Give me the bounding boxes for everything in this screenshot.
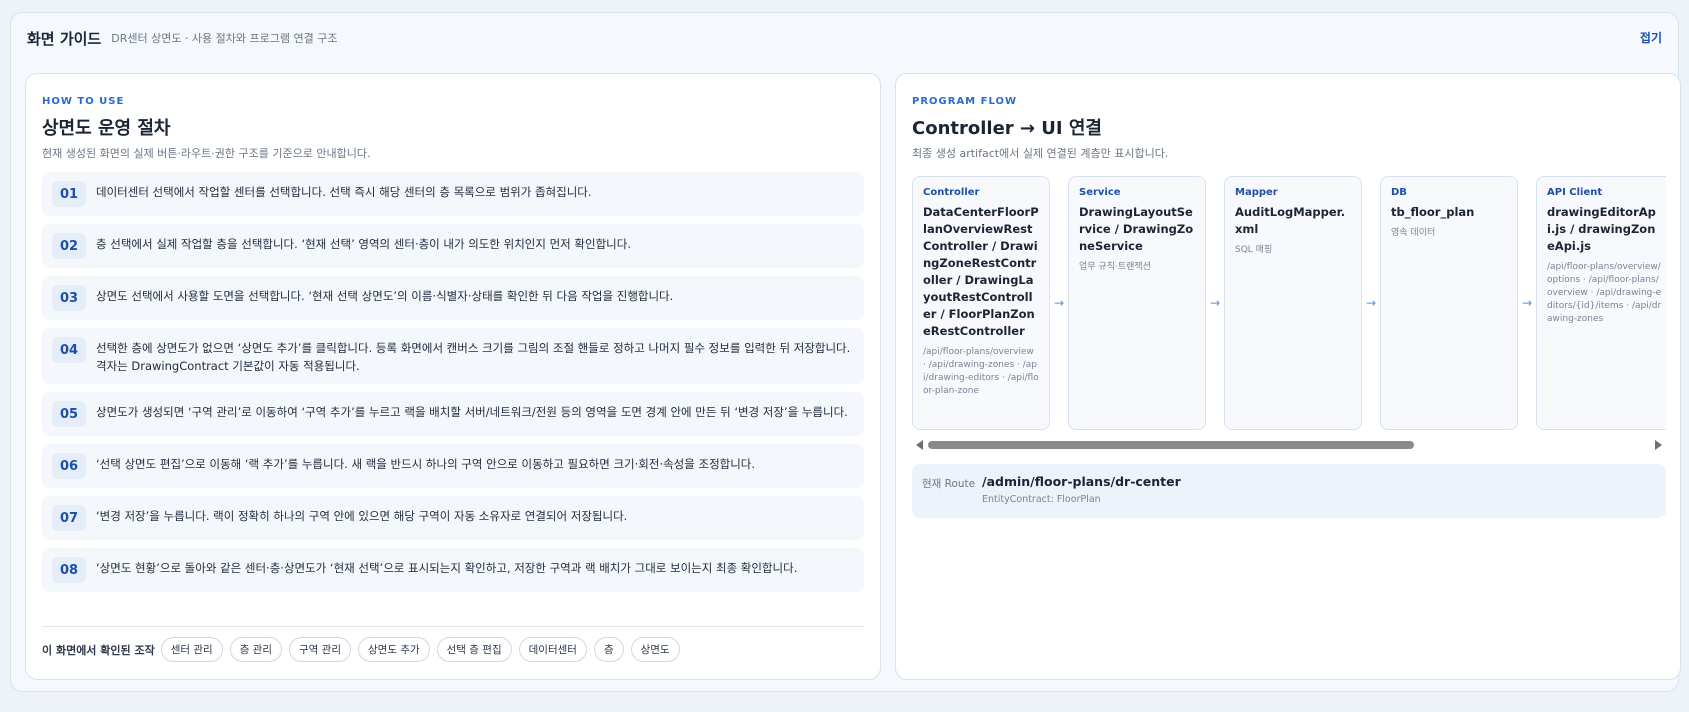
tag-zone-management[interactable]: 구역 관리 [289,637,351,662]
step-number: 03 [52,285,86,311]
program-flow-description: 최종 생성 artifact에서 실제 연결된 계층만 표시합니다. [912,147,1169,160]
card-name: DrawingLayoutService / DrawingZoneServic… [1079,205,1194,253]
program-flow-panel: PROGRAM FLOW Controller → UI 연결 최종 생성 ar… [895,73,1681,680]
collapse-button[interactable]: 접기 [1640,29,1662,46]
route-value: /admin/floor-plans/dr-center [982,474,1181,489]
step-list: 01 데이터센터 선택에서 작업할 센터를 선택합니다. 선택 즉시 해당 센터의… [42,172,864,600]
guide-header: 화면 가이드 DR센터 상면도 · 사용 절차와 프로그램 연결 구조 접기 [27,27,1662,49]
card-name: AuditLogMapper.xml [1235,205,1346,236]
tag-add-floor-plan[interactable]: 상면도 추가 [358,637,430,662]
step-text: 상면도가 생성되면 ‘구역 관리’로 이동하여 ‘구역 추가’를 누르고 랙을 … [96,405,848,419]
step-text: 데이터센터 선택에서 작업할 센터를 선택합니다. 선택 즉시 해당 센터의 층… [96,185,592,199]
card-note: 영속 데이터 [1391,228,1436,238]
step-text: ‘변경 저장’을 누릅니다. 랙이 정확히 하나의 구역 안에 있으면 해당 구… [96,509,628,523]
step-text: 상면도 선택에서 사용할 도면을 선택합니다. ‘현재 선택 상면도’의 이름·… [96,289,674,303]
flow-arrow-icon: → [1365,296,1377,310]
how-to-use-description: 현재 생성된 화면의 실제 버튼·라우트·권한 구조를 기준으로 안내합니다. [42,147,371,160]
step-item: 06 ‘선택 상면도 편집’으로 이동해 ‘랙 추가’를 누릅니다. 새 랙을 반… [42,444,864,488]
current-route-box: 현재 Route /admin/floor-plans/dr-center En… [912,464,1666,518]
flow-scroller[interactable]: Controller DataCenterFloorPlanOverviewRe… [912,176,1666,430]
step-item: 05 상면도가 생성되면 ‘구역 관리’로 이동하여 ‘구역 추가’를 누르고 랙… [42,392,864,436]
step-number: 07 [52,505,86,531]
step-text: ‘상면도 현황’으로 돌아와 같은 센터·층·상면도가 ‘현재 선택’으로 표시… [96,561,798,575]
step-number: 05 [52,401,86,427]
card-name: drawingEditorApi.js / drawingZoneApi.js [1547,205,1656,253]
step-number: 06 [52,453,86,479]
program-flow-title: Controller → UI 연결 [912,118,1102,139]
route-contract: EntityContract: FloorPlan [982,494,1101,505]
card-type: API Client [1547,187,1603,198]
flow-arrow-icon: → [1053,296,1065,310]
step-item: 04 선택한 층에 상면도가 없으면 ‘상면도 추가’를 클릭합니다. 등록 화면… [42,328,864,384]
tag-floor[interactable]: 층 [593,637,624,662]
screen-guide: 화면 가이드 DR센터 상면도 · 사용 절차와 프로그램 연결 구조 접기 H… [10,12,1681,692]
card-name: DataCenterFloorPlanOverviewRestControlle… [923,205,1039,338]
guide-subtitle: DR센터 상면도 · 사용 절차와 프로그램 연결 구조 [111,32,338,45]
step-item: 02 층 선택에서 실제 작업할 층을 선택합니다. ‘현재 선택’ 영역의 센터… [42,224,864,268]
operation-tag-bar: 이 화면에서 확인된 조작 센터 관리 층 관리 구역 관리 상면도 추가 선택… [42,626,864,662]
scroll-right-icon[interactable] [1655,440,1662,450]
route-label: 현재 Route [922,478,976,490]
tag-center-management[interactable]: 센터 관리 [160,637,223,662]
card-type: Mapper [1235,187,1278,198]
step-number: 08 [52,557,86,583]
step-number: 01 [52,181,86,207]
step-number: 04 [52,337,86,363]
flow-arrow-icon: → [1209,296,1221,310]
card-note: /api/floor-plans/overview/options · /api… [1547,262,1662,324]
card-type: Service [1079,187,1121,198]
flow-card-service: Service DrawingLayoutService / DrawingZo… [1068,176,1206,430]
card-note: 업무 규칙·트랜잭션 [1079,262,1151,272]
program-flow-eyebrow: PROGRAM FLOW [912,96,1017,107]
horizontal-scrollbar[interactable] [912,438,1666,452]
step-item: 01 데이터센터 선택에서 작업할 센터를 선택합니다. 선택 즉시 해당 센터의… [42,172,864,216]
tag-edit-selected-floor[interactable]: 선택 층 편집 [436,637,512,662]
card-name: tb_floor_plan [1391,205,1475,219]
guide-title: 화면 가이드 [27,29,102,48]
step-item: 03 상면도 선택에서 사용할 도면을 선택합니다. ‘현재 선택 상면도’의 이… [42,276,864,320]
step-text: ‘선택 상면도 편집’으로 이동해 ‘랙 추가’를 누릅니다. 새 랙을 반드시… [96,457,756,471]
card-type: DB [1391,187,1407,198]
operation-tag-label: 이 화면에서 확인된 조작 [42,643,155,657]
flow-card-mapper: Mapper AuditLogMapper.xml SQL 매핑 [1224,176,1362,430]
how-to-use-eyebrow: HOW TO USE [42,96,125,107]
tag-floor-management[interactable]: 층 관리 [229,637,283,662]
scroll-left-icon[interactable] [916,440,923,450]
flow-arrow-icon: → [1521,296,1533,310]
flow-card-controller: Controller DataCenterFloorPlanOverviewRe… [912,176,1050,430]
flow-track: Controller DataCenterFloorPlanOverviewRe… [912,176,1666,430]
flow-card-api-client: API Client drawingEditorApi.js / drawing… [1536,176,1666,430]
card-type: Controller [923,187,980,198]
how-to-use-panel: HOW TO USE 상면도 운영 절차 현재 생성된 화면의 실제 버튼·라우… [25,73,881,680]
card-note: SQL 매핑 [1235,245,1273,255]
step-item: 07 ‘변경 저장’을 누릅니다. 랙이 정확히 하나의 구역 안에 있으면 해당… [42,496,864,540]
tag-floor-plan[interactable]: 상면도 [630,637,680,662]
step-number: 02 [52,233,86,259]
card-note: /api/floor-plans/overview · /api/drawing… [923,347,1039,396]
flow-card-db: DB tb_floor_plan 영속 데이터 [1380,176,1518,430]
tag-datacenter[interactable]: 데이터센터 [518,637,587,662]
step-text: 선택한 층에 상면도가 없으면 ‘상면도 추가’를 클릭합니다. 등록 화면에서… [96,341,851,373]
how-to-use-title: 상면도 운영 절차 [42,118,171,139]
step-text: 층 선택에서 실제 작업할 층을 선택합니다. ‘현재 선택’ 영역의 센터·층… [96,237,631,251]
step-item: 08 ‘상면도 현황’으로 돌아와 같은 센터·층·상면도가 ‘현재 선택’으로 … [42,548,864,592]
scroll-thumb[interactable] [928,441,1414,449]
